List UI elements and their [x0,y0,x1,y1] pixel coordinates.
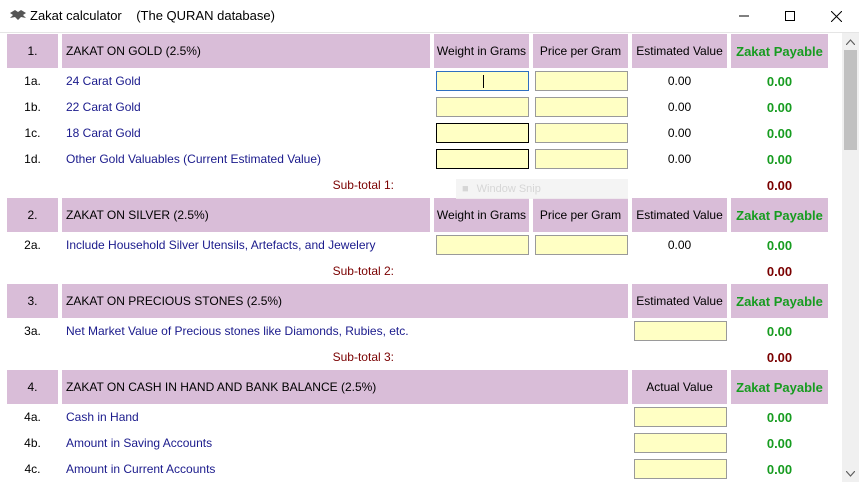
subtotal-value: 0.00 [766,263,793,279]
gold-24-price-input[interactable] [535,71,628,91]
scroll-down-button[interactable] [842,465,859,482]
close-button[interactable] [813,0,859,32]
gold-24-weight-input[interactable] [436,71,529,91]
text-caret [483,75,484,88]
window-snip-overlay: ■ Window Snip [456,179,628,199]
scroll-thumb[interactable] [844,50,857,150]
scroll-down-icon [846,470,855,477]
zakat-payable-value: 0.00 [766,73,793,89]
zakat-payable-value: 0.00 [766,461,793,477]
section-title: ZAKAT ON GOLD (2.5%) [62,34,430,68]
snip-label: Window Snip [476,183,541,195]
column-header-price: Price per Gram [533,34,628,68]
title-bar: Zakat calculator (The QURAN database) [0,0,859,33]
row-number: 4a. [24,410,41,424]
calculator-form: 1. ZAKAT ON GOLD (2.5%) Weight in Grams … [0,33,842,482]
zakat-payable-value: 0.00 [766,99,793,115]
app-icon [10,10,26,20]
gold-other-weight-input[interactable] [436,149,529,169]
row-number: 3a. [24,324,41,338]
close-icon [830,10,842,22]
zakat-payable-value: 0.00 [766,409,793,425]
silver-weight-input[interactable] [436,235,529,255]
column-header-zakat: Zakat Payable [731,198,828,232]
snip-icon: ■ [462,183,469,195]
scroll-up-button[interactable] [842,33,859,50]
row-label: Net Market Value of Precious stones like… [66,324,409,338]
column-header-estimated: Estimated Value [632,198,727,232]
row-number: 2a. [24,238,41,252]
row-number: 1a. [24,74,41,88]
column-header-zakat: Zakat Payable [731,284,828,318]
row-label: Cash in Hand [66,410,139,424]
gold-18-weight-input[interactable] [436,123,529,143]
vertical-scrollbar[interactable] [842,33,859,482]
row-label: Include Household Silver Utensils, Artef… [66,238,376,252]
saving-accounts-input[interactable] [634,433,727,453]
row-label: Other Gold Valuables (Current Estimated … [66,152,322,166]
subtotal-value: 0.00 [766,349,793,365]
row-number: 4b. [24,436,41,450]
cash-in-hand-input[interactable] [634,407,727,427]
minimize-button[interactable] [721,0,767,32]
subtotal-label: Sub-total 1: [332,178,394,192]
estimated-value: 0.00 [667,100,692,114]
estimated-value: 0.00 [667,74,692,88]
estimated-value: 0.00 [667,238,692,252]
section-number: 4. [7,370,58,404]
zakat-payable-value: 0.00 [766,125,793,141]
column-header-price: Price per Gram [533,198,628,232]
estimated-value: 0.00 [667,152,692,166]
column-header-zakat: Zakat Payable [731,34,828,68]
row-label: 22 Carat Gold [66,100,141,114]
subtotal-value: 0.00 [766,177,793,193]
row-number: 1c. [24,126,41,140]
gold-22-price-input[interactable] [535,97,628,117]
maximize-button[interactable] [767,0,813,32]
row-label: Amount in Current Accounts [66,462,216,476]
subtotal-label: Sub-total 3: [332,350,394,364]
zakat-payable-value: 0.00 [766,323,793,339]
window-title: Zakat calculator (The QURAN database) [30,8,275,23]
column-header-weight: Weight in Grams [434,34,529,68]
subtotal-label: Sub-total 2: [332,264,394,278]
maximize-icon [785,11,795,21]
estimated-value: 0.00 [667,126,692,140]
row-number: 1b. [24,100,41,114]
current-accounts-input[interactable] [634,459,727,479]
section-number: 3. [7,284,58,318]
zakat-payable-value: 0.00 [766,151,793,167]
section-number: 2. [7,198,58,232]
column-header-estimated: Estimated Value [632,34,727,68]
column-header-estimated: Estimated Value [632,284,727,318]
section-title: ZAKAT ON PRECIOUS STONES (2.5%) [62,284,628,318]
minimize-icon [739,15,749,17]
gold-18-price-input[interactable] [535,123,628,143]
column-header-actual: Actual Value [632,370,727,404]
zakat-payable-value: 0.00 [766,237,793,253]
row-number: 4c. [24,462,41,476]
stones-value-input[interactable] [634,321,727,341]
row-label: Amount in Saving Accounts [66,436,213,450]
silver-price-input[interactable] [535,235,628,255]
row-label: 18 Carat Gold [66,126,141,140]
column-header-weight: Weight in Grams [434,198,529,232]
scroll-up-icon [846,38,855,45]
gold-22-weight-input[interactable] [436,97,529,117]
section-title: ZAKAT ON CASH IN HAND AND BANK BALANCE (… [62,370,628,404]
section-title: ZAKAT ON SILVER (2.5%) [62,198,430,232]
section-number: 1. [7,34,58,68]
column-header-zakat: Zakat Payable [731,370,828,404]
row-number: 1d. [24,152,41,166]
gold-other-price-input[interactable] [535,149,628,169]
zakat-payable-value: 0.00 [766,435,793,451]
row-label: 24 Carat Gold [66,74,141,88]
